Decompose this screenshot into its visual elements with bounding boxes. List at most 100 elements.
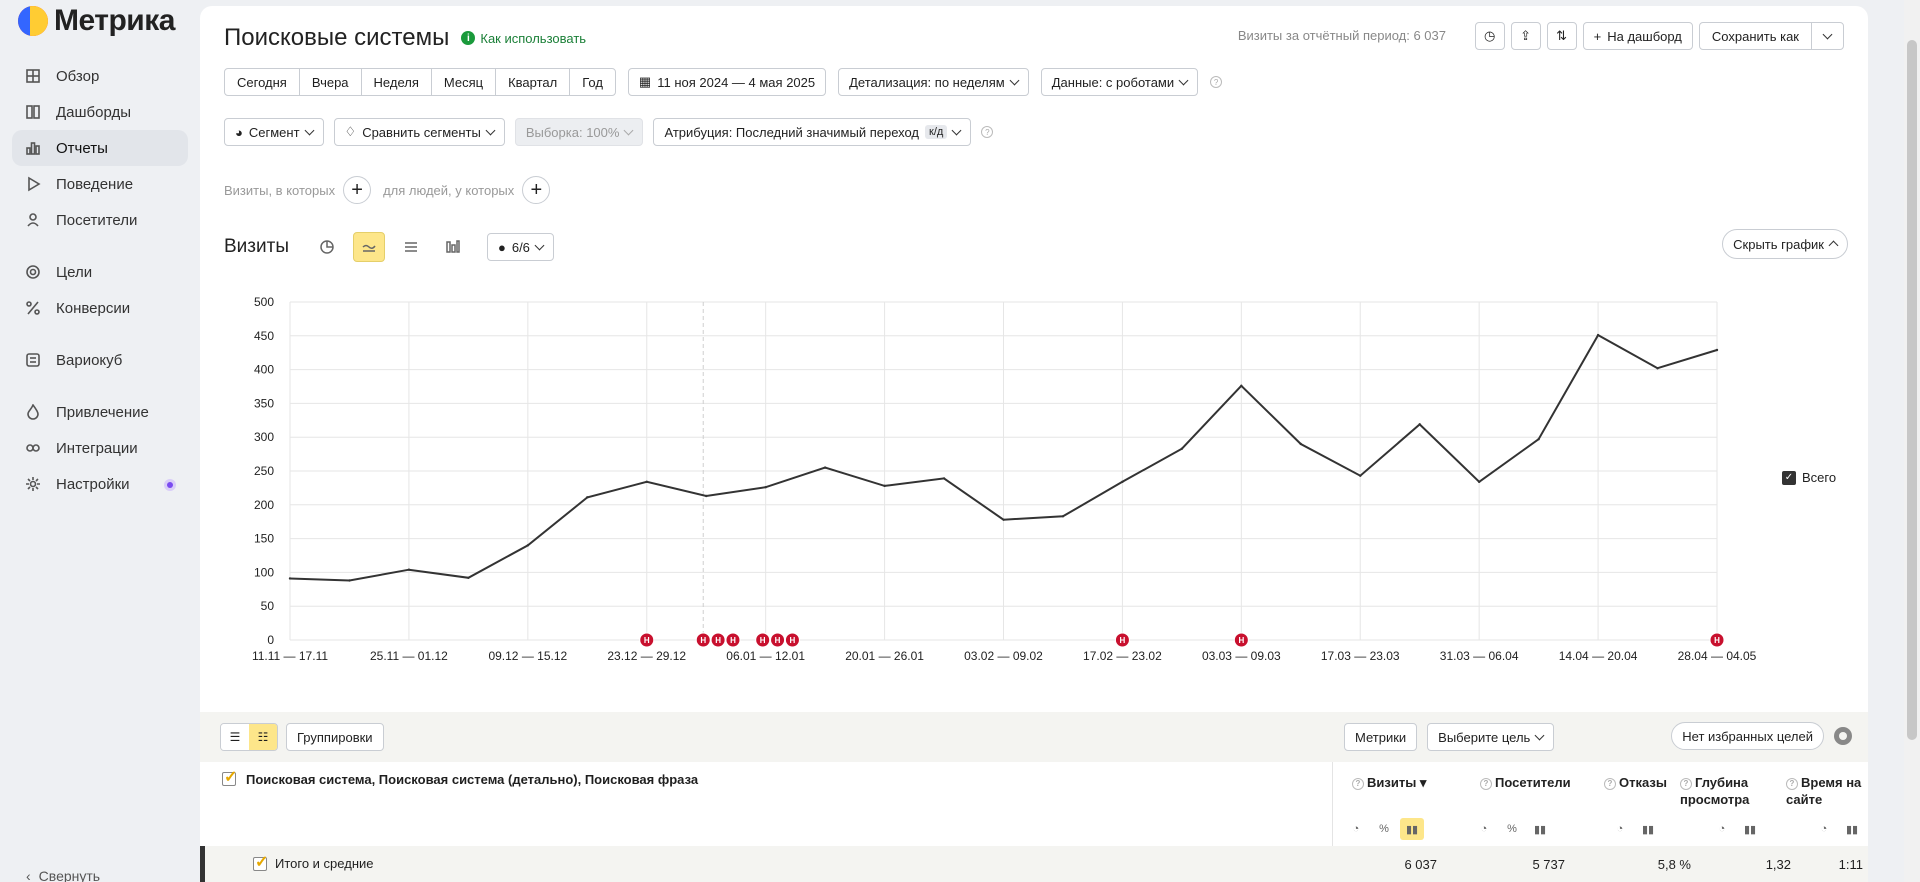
line-chart-type-button[interactable]	[352, 232, 385, 262]
collapse-sidebar-button[interactable]: ‹ Свернуть	[26, 868, 100, 882]
x-tick-label: 11.11 — 17.11	[252, 649, 328, 663]
row-checkbox[interactable]	[253, 852, 268, 872]
help-icon[interactable]: ?	[1680, 777, 1692, 790]
bars-icon[interactable]: ▮▮	[1840, 818, 1864, 840]
note-marker-label: Н	[760, 636, 766, 645]
info-icon: i	[461, 31, 476, 45]
help-icon[interactable]: ?	[1352, 777, 1364, 790]
logo[interactable]: Метрика	[18, 4, 175, 38]
tree-view-button[interactable]: ☷	[249, 724, 277, 750]
chart-legend[interactable]: ✓ Всего	[1782, 470, 1836, 485]
pie-icon[interactable]: ◔	[1344, 818, 1368, 840]
time-view-icons: ◔ ▮▮	[1812, 818, 1864, 840]
pie-icon[interactable]: ◔	[1608, 818, 1632, 840]
sidebar-item-settings[interactable]: Настройки	[12, 466, 188, 502]
table-row-totals[interactable]: Итого и средние 6 037 5 737 5,8 % 1,32 1…	[200, 846, 1868, 882]
swap-button[interactable]: ⇅	[1546, 22, 1577, 50]
export-button[interactable]: ⇪	[1510, 22, 1541, 50]
column-visits[interactable]: ? Визиты ▾	[1352, 774, 1426, 791]
howto-link[interactable]: i Как использовать	[461, 31, 586, 46]
sidebar-item-label: Поведение	[56, 175, 134, 193]
attribution-dropdown[interactable]: Атрибуция: Последний значимый переход к/д	[653, 118, 972, 146]
groupings-button[interactable]: Группировки	[286, 723, 384, 751]
detail-dropdown[interactable]: Детализация: по неделям	[838, 68, 1029, 96]
sidebar-item-visitors[interactable]: Посетители	[12, 202, 188, 238]
dimension-checkbox[interactable]	[222, 767, 237, 787]
to-dashboard-button[interactable]: + На дашборд	[1582, 22, 1693, 50]
help-icon[interactable]: ?	[1210, 76, 1223, 88]
add-people-filter-button[interactable]: +	[522, 176, 551, 204]
help-icon[interactable]: ?	[981, 126, 994, 138]
goal-dropdown[interactable]: Выберите цель	[1427, 723, 1555, 751]
column-visitors[interactable]: ? Посетители	[1480, 774, 1571, 791]
data-point	[1477, 480, 1481, 484]
period-month[interactable]: Месяц	[432, 69, 497, 95]
data-mode-dropdown[interactable]: Данные: с роботами	[1040, 68, 1199, 96]
table-settings-gear-icon[interactable]	[1834, 727, 1852, 745]
compare-segments-dropdown[interactable]: ♢ Сравнить сегменты	[333, 118, 505, 146]
help-icon[interactable]: ?	[1786, 777, 1798, 790]
sidebar-item-acquisition[interactable]: Привлечение	[12, 394, 188, 430]
clock-icon: ◷	[1483, 28, 1496, 43]
sidebar-item-behavior[interactable]: Поведение	[12, 166, 188, 202]
metrics-button[interactable]: Метрики	[1344, 723, 1418, 751]
chevron-down-icon	[1009, 75, 1020, 85]
bars-icon[interactable]: ▮▮	[1636, 818, 1660, 840]
column-depth[interactable]: ? Глубина просмотра	[1680, 774, 1770, 808]
column-time[interactable]: ? Время на сайте	[1786, 774, 1862, 808]
scrollbar-thumb[interactable]	[1907, 40, 1917, 740]
hide-chart-button[interactable]: Скрыть график	[1722, 229, 1848, 259]
page-scrollbar[interactable]	[1904, 0, 1920, 882]
help-icon[interactable]: ?	[1480, 777, 1492, 790]
notes-dropdown[interactable]: ● 6/6	[486, 233, 554, 261]
data-point	[764, 486, 767, 489]
sidebar-item-reports[interactable]: Отчеты	[12, 130, 188, 166]
plus-icon: +	[1593, 28, 1602, 44]
pie-icon[interactable]: ◔	[1472, 818, 1496, 840]
y-tick-label: 50	[261, 599, 275, 613]
percent-icon[interactable]: %	[1500, 818, 1524, 840]
percent-icon[interactable]: %	[1372, 818, 1396, 840]
bar-chart-type-button[interactable]	[437, 232, 469, 262]
save-as-button[interactable]: Сохранить как	[1700, 23, 1812, 49]
bars-icon[interactable]: ▮▮	[1738, 818, 1762, 840]
x-tick-label: 03.03 — 09.03	[1202, 649, 1281, 663]
user-icon	[24, 211, 42, 229]
data-point	[1002, 518, 1005, 521]
data-point	[467, 576, 470, 580]
list-view-button[interactable]: ☰	[221, 724, 249, 750]
bars-icon[interactable]: ▮▮	[1528, 818, 1552, 840]
add-visit-filter-button[interactable]: +	[343, 176, 372, 204]
sidebar-item-goals[interactable]: Цели	[12, 254, 188, 290]
pie-icon[interactable]: ◔	[1812, 818, 1836, 840]
segment-dropdown[interactable]: ◕ Сегмент	[224, 118, 324, 146]
column-label: Время на сайте	[1786, 775, 1862, 807]
period-quarter[interactable]: Квартал	[496, 69, 571, 95]
y-tick-label: 150	[254, 532, 274, 546]
x-tick-label: 14.04 — 20.04	[1559, 649, 1638, 663]
pie-chart-type-button[interactable]	[311, 232, 343, 262]
sidebar-item-conversions[interactable]: Конверсии	[12, 290, 188, 326]
favorite-goals-button[interactable]: Нет избранных целей	[1671, 722, 1824, 750]
sidebar-item-integrations[interactable]: Интеграции	[12, 430, 188, 466]
column-label: Визиты	[1367, 775, 1417, 790]
visits-line-chart: 0 50 100 150 200 250 300 350 400 450 500 11.11 — 17…	[252, 295, 1757, 663]
save-as-dropdown[interactable]	[1812, 23, 1843, 49]
sidebar-item-dashboards[interactable]: Дашборды	[12, 94, 188, 130]
period-yesterday[interactable]: Вчера	[300, 69, 362, 95]
legend-checkbox[interactable]: ✓	[1782, 470, 1796, 485]
area-chart-type-button[interactable]	[395, 232, 427, 262]
chart-metric-label: Визиты	[224, 236, 289, 257]
column-bounces[interactable]: ? Отказы	[1604, 774, 1667, 791]
sidebar-item-overview[interactable]: Обзор	[12, 58, 188, 94]
history-button[interactable]: ◷	[1474, 22, 1505, 50]
period-year[interactable]: Год	[570, 69, 615, 95]
percent-icon	[24, 299, 42, 317]
date-range-picker[interactable]: ▦ 11 ноя 2024 — 4 мая 2025	[627, 68, 827, 96]
help-icon[interactable]: ?	[1604, 777, 1616, 790]
period-today[interactable]: Сегодня	[225, 69, 300, 95]
sidebar-item-variocube[interactable]: Вариокуб	[12, 342, 188, 378]
pie-icon[interactable]: ◔	[1710, 818, 1734, 840]
bars-icon[interactable]: ▮▮	[1400, 818, 1424, 840]
period-week[interactable]: Неделя	[362, 69, 432, 95]
